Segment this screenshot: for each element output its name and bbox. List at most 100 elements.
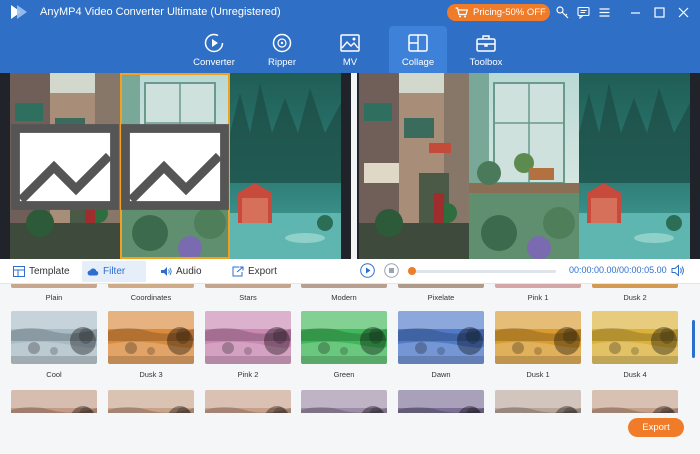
collage-cell-3[interactable] <box>230 73 341 259</box>
forest-lake-image <box>579 73 690 259</box>
playback-timeline[interactable] <box>408 270 556 273</box>
image-placeholder-icon <box>11 124 119 210</box>
tab-converter[interactable]: Converter <box>185 26 243 73</box>
tab-collage-label: Collage <box>401 57 435 68</box>
filter-label: Cool <box>46 370 62 379</box>
filter-label: Plain <box>45 293 63 302</box>
filter-label: Coordinates <box>130 293 172 302</box>
app-title: AnyMP4 Video Converter Ultimate (Unregis… <box>40 6 281 18</box>
tab-toolbox-label: Toolbox <box>469 57 503 68</box>
filter-cloud-icon <box>87 268 99 276</box>
minimize-icon <box>630 11 640 14</box>
tab-mv-label: MV <box>342 57 358 68</box>
filter-thumb[interactable] <box>11 390 97 413</box>
filter-thumb[interactable] <box>398 390 484 413</box>
forest-lake-image <box>230 73 341 259</box>
collage-cell-2[interactable] <box>120 73 230 259</box>
filter-label: Dusk 2 <box>623 293 647 302</box>
key-button[interactable] <box>554 4 570 20</box>
mv-image-icon <box>340 34 360 52</box>
tab-collage[interactable]: Collage <box>389 26 447 73</box>
image-placeholder-icon <box>121 124 229 210</box>
filter-thumb-pink1-edge[interactable] <box>495 284 581 288</box>
close-icon <box>678 7 688 17</box>
filter-label: Pink 2 <box>237 370 259 379</box>
filter-thumb[interactable] <box>205 390 291 413</box>
city-street-image <box>359 73 469 259</box>
tab-ripper-label: Ripper <box>268 57 296 68</box>
filter-thumb[interactable] <box>592 390 678 413</box>
filter-label: Dusk 1 <box>526 370 550 379</box>
filter-thumb-coordinates-edge[interactable] <box>108 284 194 288</box>
filter-label: Green <box>333 370 355 379</box>
filter-thumb[interactable] <box>301 390 387 413</box>
disc-icon <box>272 33 292 53</box>
stop-button[interactable] <box>384 263 399 278</box>
collage-output-preview <box>359 73 690 259</box>
feedback-button[interactable] <box>575 4 591 20</box>
maximize-icon <box>653 6 665 18</box>
close-button[interactable] <box>675 4 691 20</box>
filter-thumb-dawn[interactable] <box>398 311 484 364</box>
volume-icon[interactable] <box>671 264 685 277</box>
minimize-button[interactable] <box>627 4 643 20</box>
export-button[interactable]: Export <box>628 418 684 437</box>
toolbox-icon <box>476 35 496 52</box>
filter-thumb[interactable] <box>495 390 581 413</box>
output-cell-1 <box>359 73 469 259</box>
tab-mv[interactable]: MV <box>321 26 379 73</box>
filter-thumb-modern-edge[interactable] <box>301 284 387 288</box>
output-cell-2 <box>469 73 579 259</box>
tab-ripper[interactable]: Ripper <box>253 26 311 73</box>
timecode: 00:00:00.00/00:00:05.00 <box>569 265 667 275</box>
tab-converter-label: Converter <box>193 57 235 68</box>
timeline-playhead[interactable] <box>408 267 416 275</box>
top-bar: AnyMP4 Video Converter Ultimate (Unregis… <box>0 0 700 73</box>
filter-label: Dusk 3 <box>139 370 163 379</box>
window-garden-image <box>469 73 579 259</box>
filter-label: Dawn <box>431 370 451 379</box>
template-icon <box>13 266 25 277</box>
filter-label: Modern <box>331 293 357 302</box>
filter-thumb-dusk3[interactable] <box>108 311 194 364</box>
filter-thumb-stars-edge[interactable] <box>205 284 291 288</box>
filter-grid: Plain Coordinates Stars Modern Pixelate … <box>0 284 700 454</box>
tab-template[interactable]: Template <box>8 261 72 282</box>
filter-thumb-dusk2-edge[interactable] <box>592 284 678 288</box>
filter-thumb-pixelate-edge[interactable] <box>398 284 484 288</box>
filter-thumb-cool[interactable] <box>11 311 97 364</box>
tab-audio[interactable]: Audio <box>155 261 213 282</box>
filter-thumb[interactable] <box>108 390 194 413</box>
cart-icon <box>455 7 468 18</box>
filter-scrollbar[interactable] <box>692 320 695 358</box>
audio-icon <box>161 267 172 276</box>
feedback-icon <box>576 6 590 19</box>
app-logo-icon <box>11 5 27 19</box>
menu-icon <box>599 7 609 17</box>
filter-thumb-dusk1[interactable] <box>495 311 581 364</box>
maximize-button[interactable] <box>651 4 667 20</box>
edit-toolbar: Template Filter Audio Export 00:00:00.00… <box>0 259 700 284</box>
pricing-button[interactable]: Pricing-50% OFF <box>447 4 550 21</box>
collage-cell-1[interactable] <box>10 73 120 259</box>
tab-filter[interactable]: Filter <box>82 261 146 282</box>
tab-export[interactable]: Export <box>227 261 287 282</box>
output-cell-3 <box>579 73 690 259</box>
collage-grid-icon <box>408 34 428 52</box>
filter-thumb-green[interactable] <box>301 311 387 364</box>
pricing-label: Pricing-50% OFF <box>473 7 546 18</box>
filter-thumb-dusk4[interactable] <box>592 311 678 364</box>
title-bar: AnyMP4 Video Converter Ultimate (Unregis… <box>0 0 700 24</box>
filter-thumb-plain-edge[interactable] <box>11 284 97 288</box>
tab-export-label: Export <box>248 266 277 277</box>
play-button[interactable] <box>360 263 375 278</box>
tab-audio-label: Audio <box>176 266 202 277</box>
filter-label: Pink 1 <box>527 293 549 302</box>
main-tabs: Converter Ripper MV Collage Toolbox <box>0 24 700 73</box>
tab-toolbox[interactable]: Toolbox <box>457 26 515 73</box>
menu-button[interactable] <box>596 4 612 20</box>
filter-thumb-pink2[interactable] <box>205 311 291 364</box>
key-icon <box>555 5 568 18</box>
converter-icon <box>204 33 224 53</box>
filter-label: Stars <box>239 293 257 302</box>
